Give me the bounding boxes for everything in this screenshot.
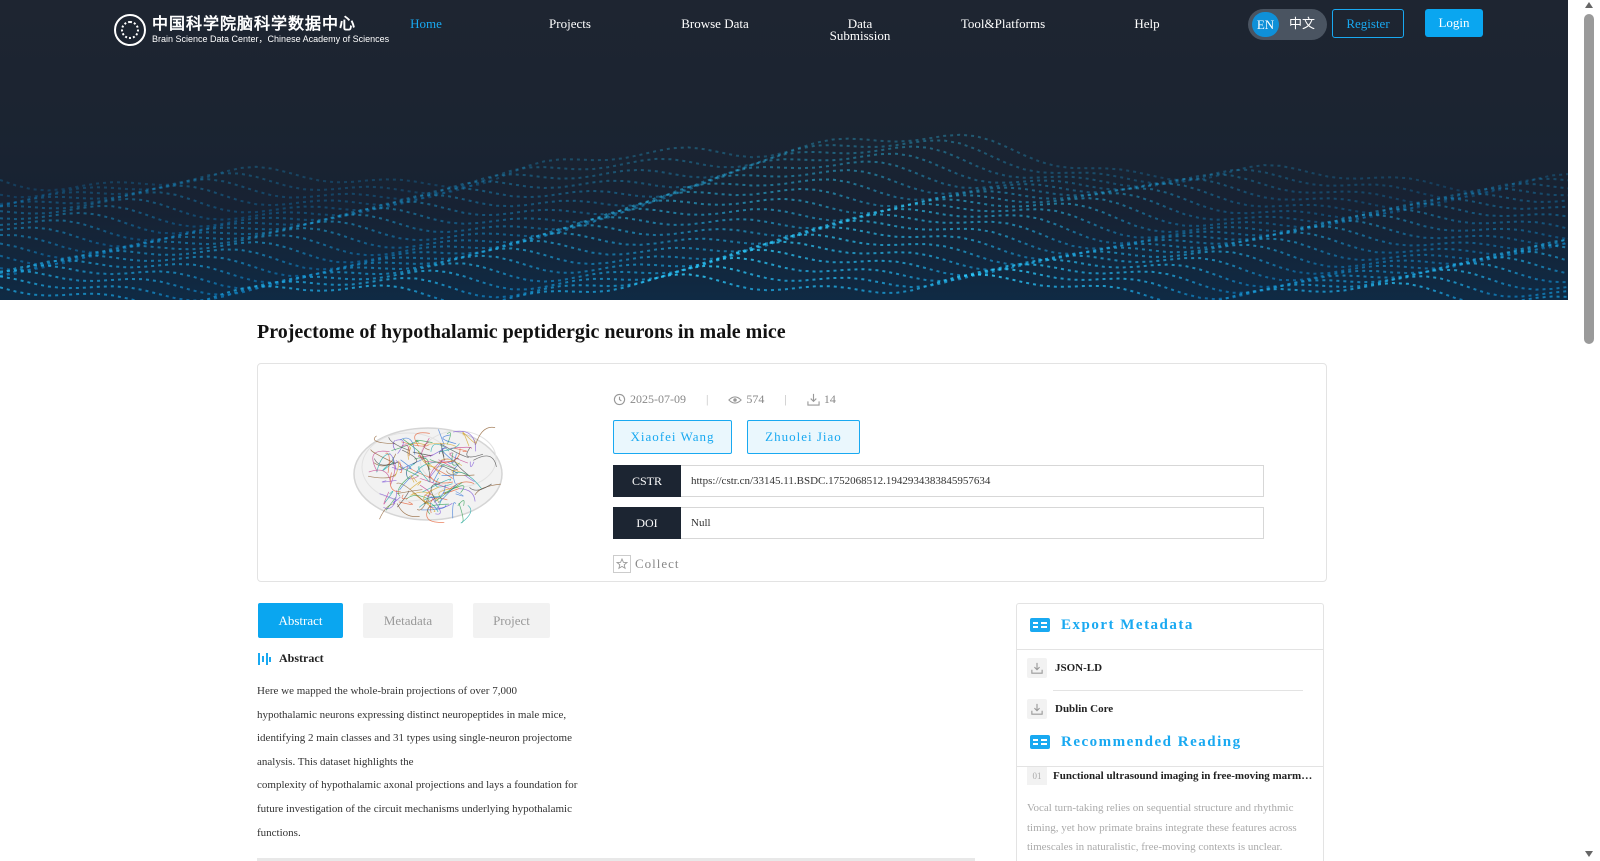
nav-data-submission[interactable]: Data Submission [825,17,895,42]
export-dublin-core-link[interactable]: Dublin Core [1027,699,1113,719]
export-metadata-heading: Export Metadata [1029,616,1194,634]
lang-cn-option[interactable]: 中文 [1289,9,1315,40]
divider [1017,649,1323,650]
cstr-row: CSTR https://cstr.cn/33145.11.BSDC.17520… [613,465,1264,497]
cas-seal-icon [114,14,146,46]
dataset-info-card: 2025-07-09 | 574 | 14 Xiaofei Wang Zhuol… [257,363,1327,582]
collect-button[interactable]: Collect [613,555,680,573]
book-icon [1030,735,1050,749]
login-button[interactable]: Login [1425,9,1483,37]
abstract-line: future investigation of the circuit mech… [257,802,572,815]
nav-projects[interactable]: Projects [505,17,635,30]
logo-english-text: Brain Science Data Center，Chinese Academ… [152,34,390,44]
hero-banner: 中国科学院脑科学数据中心 Brain Science Data Center，C… [0,0,1568,300]
eye-icon [728,395,743,404]
tab-project[interactable]: Project [473,603,550,638]
recommended-item-number: 01 [1027,767,1047,785]
author-tag[interactable]: Zhuolei Jiao [747,420,860,454]
dataset-title: Projectome of hypothalamic peptidergic n… [257,321,786,343]
download-count: 14 [823,392,836,406]
abstract-line: analysis. This dataset highlights the [257,755,414,768]
bars-icon [258,652,271,665]
abstract-text: Here we mapped the whole-brain projectio… [257,680,607,845]
export-dublin-core-label: Dublin Core [1055,703,1114,715]
doi-value[interactable]: Null [681,507,1264,539]
lang-en-option[interactable]: EN [1252,12,1279,37]
brain-projection-thumbnail[interactable] [348,419,508,529]
cstr-label: CSTR [613,465,681,497]
view-count: 574 [746,392,765,406]
tab-abstract[interactable]: Abstract [258,603,343,638]
abstract-line: functions. [257,826,301,839]
doi-row: DOI Null [613,507,1264,539]
abstract-line: hypothalamic neurons expressing distinct… [257,708,567,721]
export-json-ld-link[interactable]: JSON-LD [1027,658,1102,678]
scrollbar-thumb[interactable] [1584,14,1594,344]
star-icon [613,555,631,573]
download-icon [807,393,820,406]
clock-history-icon [613,393,626,406]
export-metadata-title: Export Metadata [1061,616,1194,633]
recommended-item-description: Vocal turn-taking relies on sequential s… [1027,799,1317,858]
export-json-ld-label: JSON-LD [1055,662,1103,674]
description-line: timescales in naturalistic, free-moving … [1027,841,1283,854]
scroll-up-arrow-icon[interactable] [1585,2,1593,8]
recommended-reading-heading: Recommended Reading [1029,733,1242,751]
collect-label: Collect [635,556,680,571]
tab-metadata[interactable]: Metadata [363,603,453,638]
dataset-meta-row: 2025-07-09 | 574 | 14 [613,392,836,407]
page-scrollbar[interactable] [1568,0,1600,861]
nav-browse-data[interactable]: Browse Data [650,17,780,30]
side-panel: Export Metadata JSON-LD Dublin Core Reco… [1016,603,1324,861]
doi-label: DOI [613,507,681,539]
scroll-down-arrow-icon[interactable] [1585,851,1593,857]
nav-home[interactable]: Home [361,17,491,30]
divider [1053,690,1303,691]
cstr-value[interactable]: https://cstr.cn/33145.11.BSDC.1752068512… [681,465,1264,497]
author-tag[interactable]: Xiaofei Wang [613,420,732,454]
book-icon [1030,618,1050,632]
abstract-line: complexity of hypothalamic axonal projec… [257,779,578,792]
abstract-heading-text: Abstract [279,651,324,665]
abstract-line: Here we mapped the whole-brain projectio… [257,685,517,697]
recommended-item-title[interactable]: Functional ultrasound imaging in free-mo… [1053,767,1313,785]
abstract-line: identifying 2 main classes and 31 types … [257,732,572,745]
recommended-reading-title: Recommended Reading [1061,733,1242,750]
description-line: timing, yet how primate brains integrate… [1027,821,1297,834]
site-logo[interactable]: 中国科学院脑科学数据中心 Brain Science Data Center，C… [114,14,389,46]
language-toggle[interactable]: EN 中文 [1248,9,1327,40]
description-line: Vocal turn-taking relies on sequential s… [1027,802,1294,814]
register-button[interactable]: Register [1332,9,1404,38]
abstract-heading: Abstract [257,651,324,666]
download-icon [1027,658,1047,678]
logo-chinese-text: 中国科学院脑科学数据中心 [152,14,357,33]
nav-tool-platforms[interactable]: Tool&Platforms [938,17,1068,30]
publish-date: 2025-07-09 [630,392,686,406]
download-icon [1027,699,1047,719]
nav-help[interactable]: Help [1082,17,1212,30]
